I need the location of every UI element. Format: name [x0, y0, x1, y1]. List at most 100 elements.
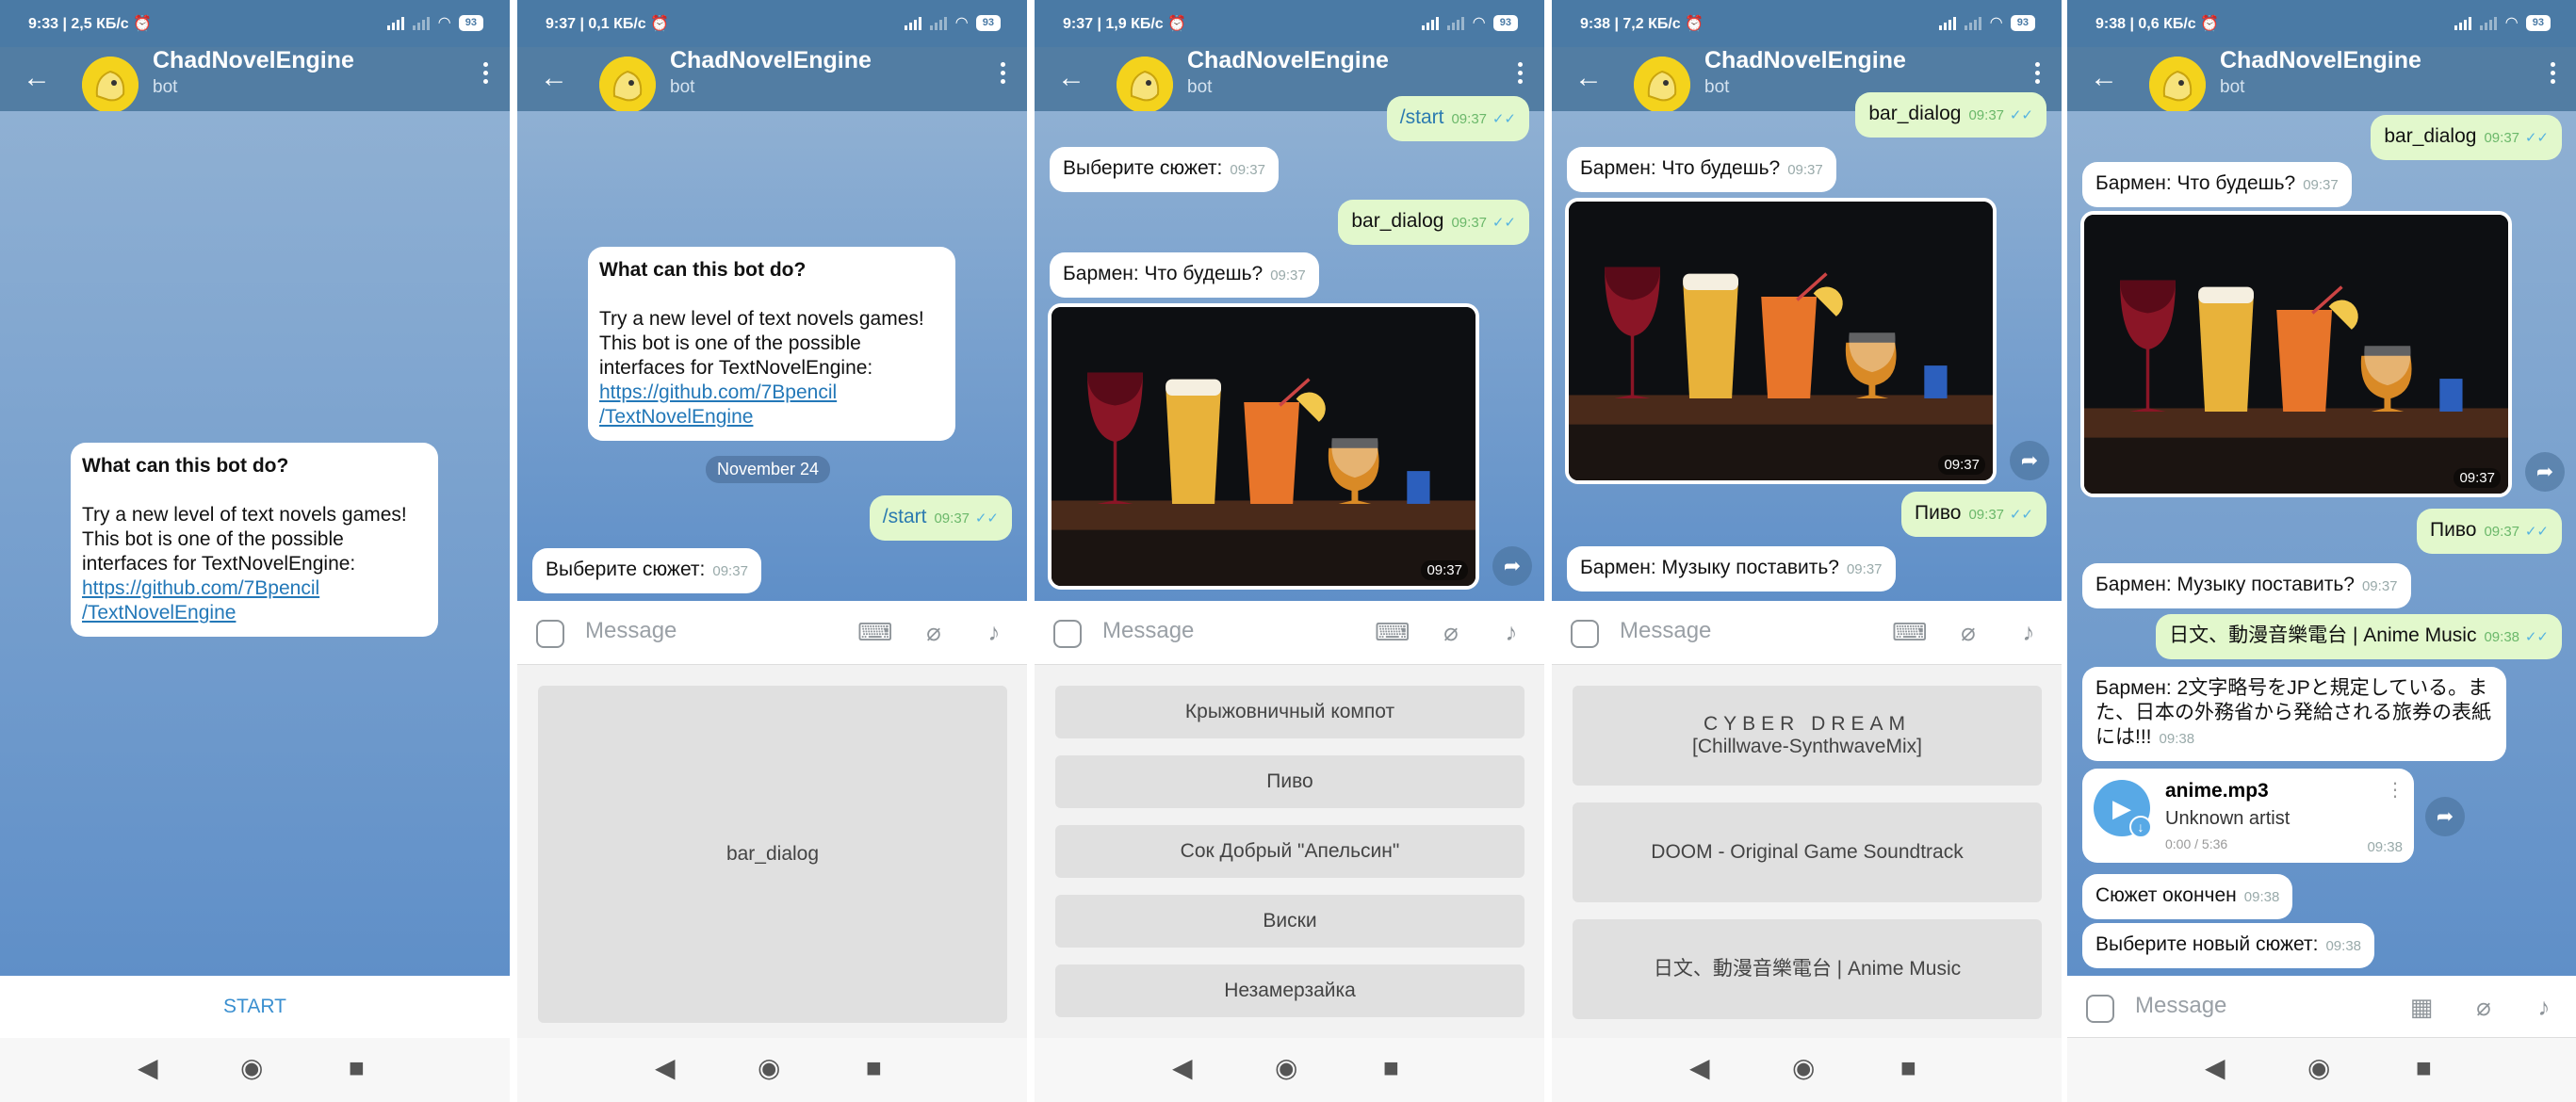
drinks-photo[interactable]: 09:37 [2080, 211, 2512, 497]
sticker-icon[interactable] [2086, 995, 2114, 1023]
message-input[interactable]: Message [585, 618, 677, 644]
mic-icon[interactable]: ♪ [2530, 994, 2558, 1020]
back-arrow-icon[interactable]: ← [1057, 64, 1085, 92]
avatar[interactable] [2149, 57, 2206, 113]
nav-recents-icon[interactable]: ■ [1900, 1055, 1916, 1081]
nav-back-icon[interactable]: ◀ [1689, 1055, 1710, 1081]
message-time: 09:37 [1846, 561, 1883, 577]
nav-home-icon[interactable]: ◉ [758, 1055, 780, 1081]
sticker-icon[interactable] [1571, 620, 1599, 648]
photo-time: 09:37 [1421, 560, 1468, 580]
github-link-cont[interactable]: /TextNovelEngine [599, 406, 753, 428]
more-vert-icon[interactable] [483, 62, 489, 88]
bot-keyboard-icon[interactable]: ▦ [2407, 994, 2436, 1020]
more-vert-icon[interactable]: ⋮ [2386, 778, 2405, 802]
battery-icon: 93 [975, 14, 1001, 31]
keyboard-button[interactable]: Крыжовничный компот [1055, 686, 1524, 738]
attach-icon[interactable]: ⌀ [920, 619, 948, 645]
more-vert-icon[interactable] [1518, 62, 1524, 88]
photo-time: 09:37 [1938, 455, 1985, 475]
info-text: Try a new level of text novels games! Th… [599, 308, 924, 379]
avatar[interactable] [599, 57, 656, 113]
avatar[interactable] [1117, 57, 1173, 113]
message-in: Бармен: 2文字略号をJPと規定している。また、日本の外務省から発給される… [2082, 667, 2506, 761]
keyboard-button-sublabel: [Chillwave-SynthwaveMix] [1692, 736, 1922, 757]
signal-icon [2480, 15, 2498, 30]
avatar[interactable] [82, 57, 139, 113]
nav-back-icon[interactable]: ◀ [138, 1055, 158, 1081]
signal-icon [413, 15, 431, 30]
nav-back-icon[interactable]: ◀ [2205, 1055, 2225, 1081]
share-icon[interactable]: ➦ [2425, 797, 2465, 836]
more-vert-icon[interactable] [2035, 62, 2041, 88]
drinks-photo[interactable]: 09:37 [1565, 198, 1997, 484]
nav-bar: ◀ ◉ ■ [1552, 1038, 2062, 1102]
sticker-icon[interactable] [536, 620, 564, 648]
drinks-photo[interactable]: 09:37 [1048, 303, 1479, 590]
message-in: Выберите сюжет: 09:37 [532, 548, 761, 593]
share-icon[interactable]: ➦ [2525, 452, 2565, 492]
status-time: 9:37 | 0,1 КБ/с ⏰ [546, 16, 670, 32]
message-in: Бармен: Музыку поставить? 09:37 [1567, 546, 1896, 592]
back-arrow-icon[interactable]: ← [2090, 64, 2118, 92]
nav-recents-icon[interactable]: ■ [1383, 1055, 1399, 1081]
keyboard-button[interactable]: Виски [1055, 895, 1524, 948]
attach-icon[interactable]: ⌀ [1954, 619, 1982, 645]
keyboard-icon[interactable]: ⌨ [857, 619, 893, 645]
chat-subtitle: bot [2220, 77, 2245, 97]
message-input-bar: Message ▦ ⌀ ♪ [2067, 976, 2576, 1038]
back-arrow-icon[interactable]: ← [1574, 64, 1603, 92]
nav-recents-icon[interactable]: ■ [2416, 1055, 2432, 1081]
keyboard-button[interactable]: DOOM - Original Game Soundtrack [1573, 802, 2042, 902]
keyboard-button[interactable]: Пиво [1055, 755, 1524, 808]
chat-area: What can this bot do? Try a new level of… [0, 111, 510, 976]
download-icon[interactable]: ↓ [2129, 816, 2152, 838]
bot-keyboard: Крыжовничный компот Пиво Сок Добрый "Апе… [1035, 665, 1544, 1038]
nav-back-icon[interactable]: ◀ [655, 1055, 676, 1081]
bot-info-card: What can this bot do? Try a new level of… [71, 443, 438, 637]
status-bar: 9:38 | 0,6 КБ/с ⏰ ◠ 93 [2067, 0, 2576, 47]
keyboard-icon[interactable]: ⌨ [1892, 619, 1928, 645]
nav-home-icon[interactable]: ◉ [1275, 1055, 1297, 1081]
chat-area: /start 09:37 ✓✓ Выберите сюжет: 09:37 bar_… [1035, 96, 1544, 601]
avatar[interactable] [1634, 57, 1690, 113]
sticker-icon[interactable] [1053, 620, 1082, 648]
keyboard-button[interactable]: Незамерзайка [1055, 964, 1524, 1017]
share-icon[interactable]: ➦ [2010, 441, 2049, 480]
back-arrow-icon[interactable]: ← [23, 64, 51, 92]
github-link[interactable]: https://github.com/7Bpencil [82, 577, 319, 599]
attach-icon[interactable]: ⌀ [2470, 994, 2498, 1020]
keyboard-button[interactable]: 日文、動漫音樂電台 | Anime Music [1573, 919, 2042, 1019]
message-input[interactable]: Message [1102, 618, 1194, 644]
message-input[interactable]: Message [2135, 993, 2226, 1019]
message-input[interactable]: Message [1620, 618, 1711, 644]
message-in: Бармен: Что будешь? 09:37 [1050, 252, 1319, 298]
chat-title: ChadNovelEngine [670, 47, 872, 73]
mic-icon[interactable]: ♪ [2014, 619, 2043, 645]
github-link[interactable]: https://github.com/7Bpencil [599, 381, 837, 403]
nav-home-icon[interactable]: ◉ [240, 1055, 263, 1081]
back-arrow-icon[interactable]: ← [540, 64, 568, 92]
nav-back-icon[interactable]: ◀ [1172, 1055, 1193, 1081]
message-in: Сюжет окончен 09:38 [2082, 874, 2293, 919]
message-text: Бармен: 2文字略号をJPと規定している。また、日本の外務省から発給される… [2095, 677, 2491, 748]
share-icon[interactable]: ➦ [1492, 546, 1532, 586]
keyboard-button[interactable]: Сок Добрый "Апельсин" [1055, 825, 1524, 878]
nav-home-icon[interactable]: ◉ [2307, 1055, 2330, 1081]
more-vert-icon[interactable] [2551, 62, 2556, 88]
keyboard-icon[interactable]: ⌨ [1375, 619, 1410, 645]
nav-recents-icon[interactable]: ■ [866, 1055, 882, 1081]
phone-screen-3: 9:37 | 1,9 КБ/с ⏰ ◠ 93 ← ChadNovelEngine … [1035, 0, 1544, 1102]
start-button[interactable]: START [0, 976, 510, 1038]
photo-time: 09:37 [2454, 468, 2501, 488]
mic-icon[interactable]: ♪ [980, 619, 1008, 645]
keyboard-button[interactable]: bar_dialog [538, 686, 1007, 1023]
keyboard-button[interactable]: CYBER DREAM [Chillwave-SynthwaveMix] [1573, 686, 2042, 786]
github-link-cont[interactable]: /TextNovelEngine [82, 602, 236, 624]
attach-icon[interactable]: ⌀ [1437, 619, 1465, 645]
mic-icon[interactable]: ♪ [1497, 619, 1525, 645]
more-vert-icon[interactable] [1001, 62, 1006, 88]
nav-recents-icon[interactable]: ■ [349, 1055, 365, 1081]
read-check-icon: ✓✓ [2524, 629, 2549, 645]
nav-home-icon[interactable]: ◉ [1792, 1055, 1815, 1081]
